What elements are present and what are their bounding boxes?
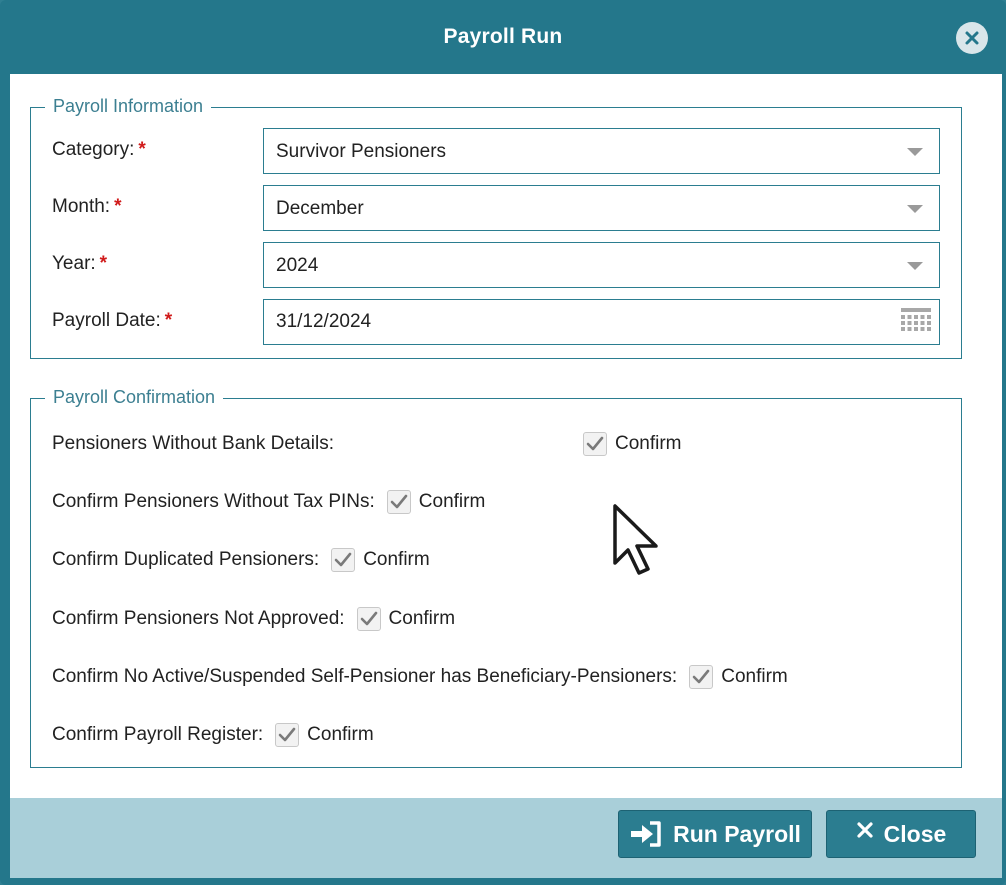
confirm-checkbox[interactable] xyxy=(689,665,714,689)
check-icon xyxy=(390,494,408,509)
payroll-information-legend: Payroll Information xyxy=(45,96,212,117)
year-row: Year: * 2024 xyxy=(31,242,961,288)
confirm-row-bank-details: Pensioners Without Bank Details: Confirm xyxy=(52,429,932,459)
close-circle-icon xyxy=(965,31,979,45)
year-value: 2024 xyxy=(276,255,319,276)
confirm-row-register: Confirm Payroll Register: Confirm xyxy=(52,720,374,750)
confirm-checkbox-label: Confirm xyxy=(388,608,456,629)
confirm-checkbox[interactable] xyxy=(583,432,607,456)
confirm-checkbox-label: Confirm xyxy=(721,666,788,687)
check-icon xyxy=(586,436,604,451)
close-icon xyxy=(857,822,873,838)
confirm-checkbox[interactable] xyxy=(331,548,356,572)
confirm-row-beneficiary: Confirm No Active/Suspended Self-Pension… xyxy=(52,662,788,692)
sign-in-icon xyxy=(631,821,661,847)
payroll-information-group: Payroll Information Category: * Survivor … xyxy=(30,96,962,359)
dialog-title: Payroll Run xyxy=(443,25,563,48)
confirm-row-not-approved: Confirm Pensioners Not Approved: Confirm xyxy=(52,604,455,634)
confirm-checkbox[interactable] xyxy=(356,607,381,631)
dialog-footer: Run Payroll Close xyxy=(10,798,1002,878)
check-icon xyxy=(360,611,377,626)
payroll-date-label: Payroll Date: * xyxy=(52,310,173,331)
check-icon xyxy=(334,552,352,567)
confirm-checkbox-label: Confirm xyxy=(307,724,374,745)
payroll-date-row: Payroll Date: * xyxy=(31,299,961,345)
payroll-run-dialog: Payroll Run Payroll Information Category… xyxy=(0,0,1006,885)
confirm-checkbox-label: Confirm xyxy=(418,491,486,512)
chevron-down-icon xyxy=(907,205,923,213)
confirm-checkbox-label: Confirm xyxy=(615,433,682,454)
payroll-confirmation-group: Payroll Confirmation Pensioners Without … xyxy=(30,387,962,768)
required-marker: * xyxy=(164,310,173,331)
year-select[interactable]: 2024 xyxy=(263,242,940,288)
category-row: Category: * Survivor Pensioners xyxy=(31,128,961,174)
run-payroll-label: Run Payroll xyxy=(673,820,801,847)
dialog-titlebar: Payroll Run xyxy=(0,0,1006,74)
required-marker: * xyxy=(114,196,122,217)
confirm-item-label: Confirm Duplicated Pensioners: xyxy=(52,549,320,570)
payroll-date-input[interactable] xyxy=(263,299,940,345)
payroll-confirmation-legend: Payroll Confirmation xyxy=(45,387,224,408)
confirm-item-label: Pensioners Without Bank Details: xyxy=(52,433,334,454)
confirm-checkbox-label: Confirm xyxy=(363,549,430,570)
month-value: December xyxy=(276,198,364,219)
dialog-close-button[interactable] xyxy=(956,22,988,54)
month-row: Month: * December xyxy=(31,185,961,231)
category-select[interactable]: Survivor Pensioners xyxy=(263,128,940,174)
confirm-group: Confirm xyxy=(583,429,682,459)
close-label: Close xyxy=(883,820,947,847)
confirm-checkbox[interactable] xyxy=(386,490,411,514)
required-marker: * xyxy=(138,139,146,160)
confirm-row-tax-pins: Confirm Pensioners Without Tax PINs: Con… xyxy=(52,487,485,517)
check-icon xyxy=(278,727,296,742)
confirm-checkbox[interactable] xyxy=(275,723,300,747)
required-marker: * xyxy=(99,253,108,274)
confirm-item-label: Confirm No Active/Suspended Self-Pension… xyxy=(52,666,678,687)
confirm-item-label: Confirm Payroll Register: xyxy=(52,724,264,745)
check-icon xyxy=(692,669,710,684)
calendar-icon[interactable] xyxy=(901,308,931,336)
confirm-item-label: Confirm Pensioners Not Approved: xyxy=(52,608,345,629)
dialog-body: Payroll Information Category: * Survivor … xyxy=(10,74,1002,798)
close-button[interactable]: Close xyxy=(826,810,976,858)
chevron-down-icon xyxy=(907,148,923,156)
category-label: Category: * xyxy=(52,139,146,160)
category-value: Survivor Pensioners xyxy=(276,141,447,162)
chevron-down-icon xyxy=(907,262,923,270)
confirm-row-duplicated: Confirm Duplicated Pensioners: Confirm xyxy=(52,545,430,575)
month-select[interactable]: December xyxy=(263,185,940,231)
year-label: Year: * xyxy=(52,253,108,274)
month-label: Month: * xyxy=(52,196,122,217)
run-payroll-button[interactable]: Run Payroll xyxy=(618,810,812,858)
confirm-item-label: Confirm Pensioners Without Tax PINs: xyxy=(52,491,375,512)
